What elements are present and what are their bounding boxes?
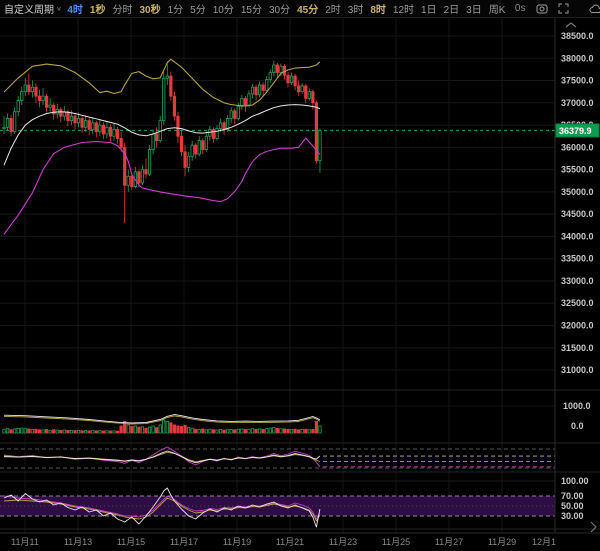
period-button-14[interactable]: 1日	[421, 1, 437, 16]
period-button-15[interactable]: 2日	[444, 1, 460, 16]
top-toolbar: 自定义周期 ∨ 4时 1秒分时 30秒 1分 5分 10分 15分 30分 45分 2时 3时 8时 1…	[0, 0, 600, 18]
svg-text:11月11: 11月11	[11, 537, 39, 547]
period-button-4[interactable]: 1分	[168, 1, 184, 16]
svg-text:34500.0: 34500.0	[561, 209, 594, 219]
period-button-11[interactable]: 3时	[348, 1, 364, 16]
custom-period-label: 自定义周期	[4, 1, 54, 16]
period-button-9[interactable]: 45分	[297, 1, 318, 16]
camera-icon[interactable]	[536, 3, 548, 14]
svg-text:11月21: 11月21	[276, 537, 304, 547]
svg-text:12月1: 12月1	[532, 537, 556, 547]
svg-text:32500.0: 32500.0	[561, 298, 594, 308]
svg-text:33500.0: 33500.0	[561, 254, 594, 264]
svg-text:38500.0: 38500.0	[561, 31, 594, 41]
period-buttons: 4时 1秒分时 30秒 1分 5分 10分 15分 30分 45分 2时 3时 8时 12时 1日 2日 3日…	[64, 1, 509, 16]
svg-text:35000.0: 35000.0	[561, 187, 594, 197]
svg-text:38000.0: 38000.0	[561, 53, 594, 63]
custom-period-dropdown[interactable]: 自定义周期 ∨	[4, 1, 62, 16]
svg-text:0.0: 0.0	[571, 421, 584, 431]
svg-text:11月15: 11月15	[117, 537, 145, 547]
period-button-2[interactable]: 分时	[112, 1, 132, 16]
svg-text:35500.0: 35500.0	[561, 165, 594, 175]
period-button-6[interactable]: 10分	[213, 1, 234, 16]
trading-chart-app: 38500.038000.037500.037000.036500.036000…	[0, 0, 600, 551]
chevron-down-icon: ∨	[56, 5, 62, 12]
layout-menu[interactable]: 未命名 ∨	[589, 1, 600, 16]
svg-text:11月25: 11月25	[382, 537, 410, 547]
svg-text:1000.0: 1000.0	[563, 401, 591, 411]
fullscreen-icon[interactable]	[558, 3, 569, 14]
svg-text:11月13: 11月13	[64, 537, 92, 547]
svg-text:30.00: 30.00	[561, 511, 584, 521]
period-button-13[interactable]: 12时	[393, 1, 414, 16]
svg-text:11月23: 11月23	[329, 537, 357, 547]
chart-canvas[interactable]: 38500.038000.037500.037000.036500.036000…	[0, 0, 600, 551]
svg-text:36000.0: 36000.0	[561, 142, 594, 152]
period-button-8[interactable]: 30分	[269, 1, 290, 16]
period-button-17[interactable]: 周K	[489, 1, 506, 16]
svg-text:31000.0: 31000.0	[561, 365, 594, 375]
period-button-1[interactable]: 1秒	[90, 1, 106, 16]
svg-text:11月17: 11月17	[170, 537, 198, 547]
bar-countdown: 0s	[515, 3, 526, 14]
last-price-tag: 36379.9	[556, 124, 599, 137]
svg-text:50.00: 50.00	[561, 501, 584, 511]
svg-text:32000.0: 32000.0	[561, 321, 594, 331]
svg-text:37000.0: 37000.0	[561, 98, 594, 108]
svg-text:11月19: 11月19	[223, 537, 251, 547]
period-button-3[interactable]: 30秒	[139, 1, 160, 16]
svg-text:100.00: 100.00	[561, 476, 589, 486]
svg-text:31500.0: 31500.0	[561, 343, 594, 353]
period-button-0[interactable]: 4时	[67, 1, 83, 16]
period-button-16[interactable]: 3日	[466, 1, 482, 16]
period-button-12[interactable]: 8时	[370, 1, 386, 16]
svg-text:11月27: 11月27	[435, 537, 463, 547]
svg-text:70.00: 70.00	[561, 491, 584, 501]
svg-text:11月29: 11月29	[488, 537, 516, 547]
svg-text:34000.0: 34000.0	[561, 231, 594, 241]
period-button-5[interactable]: 5分	[190, 1, 206, 16]
period-button-7[interactable]: 15分	[241, 1, 262, 16]
svg-text:33000.0: 33000.0	[561, 276, 594, 286]
svg-text:36379.9: 36379.9	[559, 126, 592, 136]
svg-text:37500.0: 37500.0	[561, 76, 594, 86]
kdj-band-layer	[0, 496, 555, 516]
period-button-10[interactable]: 2时	[325, 1, 341, 16]
